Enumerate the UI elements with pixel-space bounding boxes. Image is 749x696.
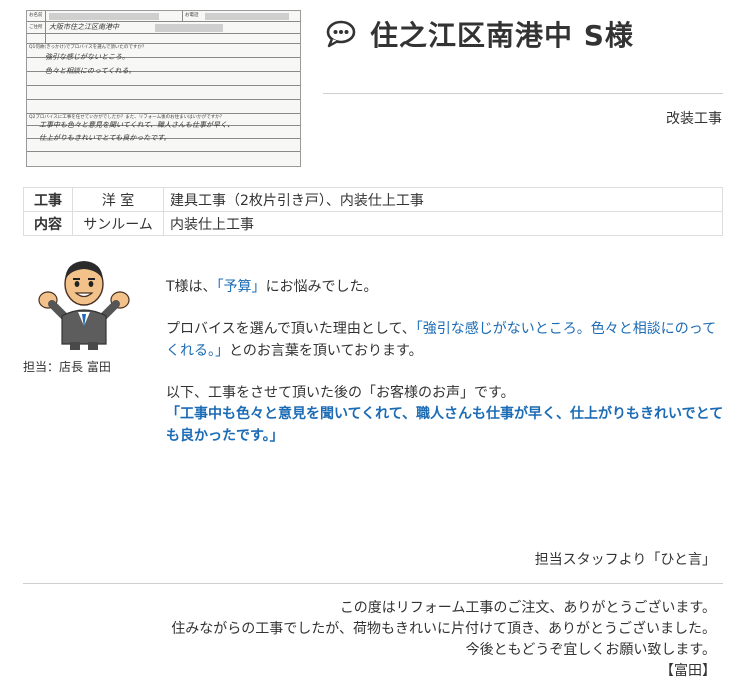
redacted-address: [155, 24, 223, 32]
questionnaire-scan: お名前 お電話 ご住所 大阪市住之江区南港中 Q1何故(きっかけ)でプロバイスを…: [26, 10, 301, 167]
message-paragraph-1: T様は、「予算」にお悩みでした。: [166, 276, 726, 298]
answer-1-line-1: 強引な感じがないところ。: [45, 53, 129, 61]
work-detail: 内装仕上工事: [163, 211, 723, 236]
redacted-name: [49, 13, 159, 20]
speech-bubble-icon: [326, 20, 356, 48]
page-header: 住之江区南港中 S様: [326, 14, 634, 54]
question-2: Q2プロバイスに工事を任せていかがでしたか？また、リフォーム後のお住まいはいかが…: [29, 115, 225, 120]
room-name: サンルーム: [72, 211, 164, 236]
work-label-top: 工事: [23, 187, 73, 212]
concern-highlight: 「予算」: [216, 279, 266, 295]
title-divider: [323, 93, 723, 94]
question-1: Q1何故(きっかけ)でプロバイスを選んで頂いたのですか？: [29, 45, 147, 50]
comment-signature: 【富田】: [660, 663, 716, 679]
redacted-phone: [205, 13, 289, 20]
name-label: お名前: [29, 13, 43, 18]
answer-2-line-2: 仕上がりもきれいでとても良かったです。: [39, 134, 171, 142]
customer-voice: 「工事中も色々と意見を聞いてくれて、職人さんも仕事が早く、仕上がりもきれいでとて…: [166, 406, 724, 444]
table-row: 内容 サンルーム 内装仕上工事: [23, 211, 723, 236]
staff-comment: この度はリフォーム工事のご注文、ありがとうございます。 住みながらの工事でしたが…: [116, 598, 716, 682]
answer-2-line-1: 工事中も色々と意見を聞いてくれて、職人さんも仕事が早く、: [39, 121, 235, 129]
address-handwriting: 大阪市住之江区南港中: [49, 23, 119, 31]
answer-1-line-2: 色々と相談にのってくれる。: [45, 67, 136, 75]
work-label-bottom: 内容: [23, 211, 73, 236]
table-row: 工事 洋 室 建具工事（2枚片引き戸）、内装仕上工事: [23, 187, 723, 212]
work-table: 工事 洋 室 建具工事（2枚片引き戸）、内装仕上工事 内容 サンルーム 内装仕上…: [23, 187, 723, 236]
comment-divider: [23, 583, 723, 584]
comment-line: 住みながらの工事でしたが、荷物もきれいに片付けて頂き、ありがとうございました。: [171, 621, 716, 637]
message-paragraph-2: プロバイスを選んで頂いた理由として、「強引な感じがないところ。色々と相談にのって…: [166, 318, 726, 362]
work-category: 改装工事: [666, 111, 722, 127]
page-title: 住之江区南港中 S様: [370, 19, 634, 52]
staff-avatar: [38, 261, 130, 350]
comment-line: この度はリフォーム工事のご注文、ありがとうございます。: [339, 600, 716, 616]
staff-caption: 担当：店長 富田: [23, 360, 111, 374]
message-text: プロバイスを選んで頂いた理由として、: [166, 321, 416, 337]
work-detail: 建具工事（2枚片引き戸）、内装仕上工事: [163, 187, 723, 212]
staff-comment-heading: 担当スタッフより「ひと言」: [534, 552, 716, 568]
tel-label: お電話: [185, 13, 199, 18]
message-text: とのお言葉を頂いております。: [229, 343, 423, 359]
comment-line: 今後ともどうぞ宜しくお願い致します。: [465, 642, 716, 658]
room-name: 洋 室: [72, 187, 164, 212]
address-label: ご住所: [29, 25, 43, 30]
message-text: T様は、: [166, 279, 217, 295]
message-text: にお悩みでした。: [265, 279, 378, 295]
message-paragraph-3: 以下、工事をさせて頂いた後の「お客様のお声」です。: [166, 385, 515, 401]
